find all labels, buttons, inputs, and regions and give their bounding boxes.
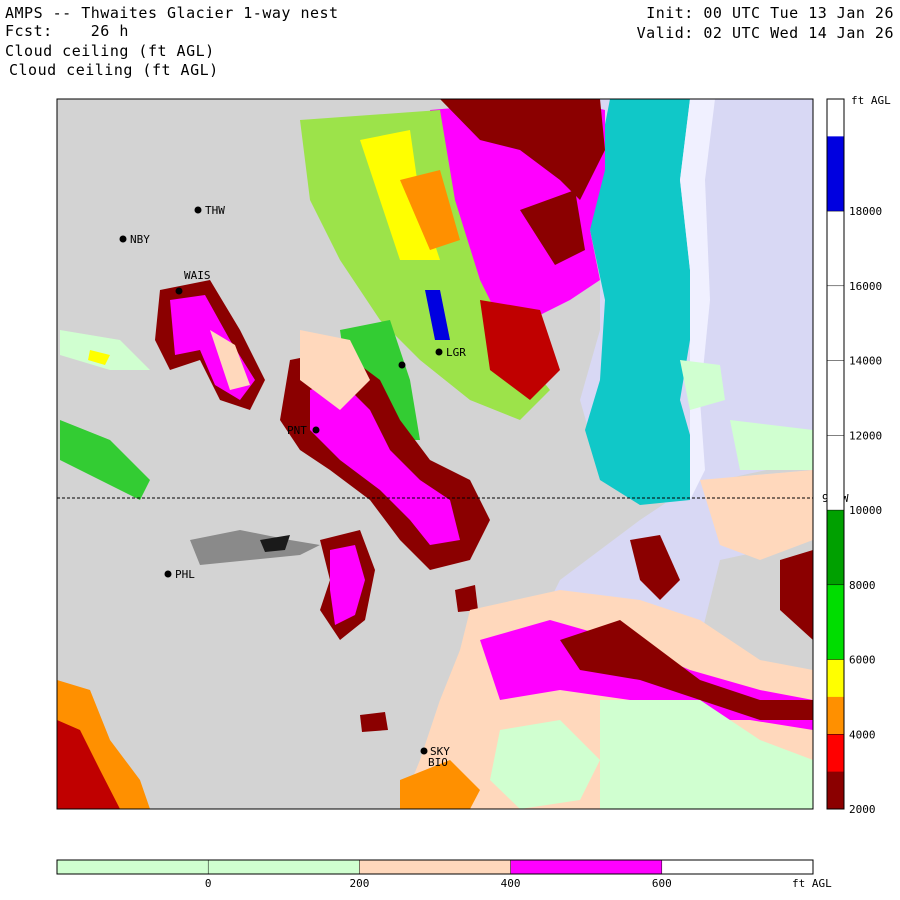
station-marker [435, 348, 443, 356]
right-colorbar-segment [827, 99, 844, 137]
bottom-colorbar-segment [208, 860, 360, 874]
station-marker [119, 235, 127, 243]
right-colorbar-segment [827, 659, 844, 698]
station-label: WAIS [184, 269, 211, 282]
map-canvas: 90 W THW NBY WAIS LGR PNT PHL SKY BIO 18… [56, 94, 891, 890]
bottom-colorbar-segment [57, 860, 209, 874]
station-label: PNT [287, 424, 307, 437]
cloud-small-darkred-south [360, 712, 388, 732]
bottom-colorbar-segment [661, 860, 814, 874]
station-marker [175, 287, 183, 295]
right-colorbar-tick-label: 16000 [849, 280, 882, 293]
right-colorbar-tick-label: 4000 [849, 728, 876, 741]
right-colorbar-segment [827, 734, 844, 773]
station-marker-unlabeled [398, 361, 406, 369]
bottom-colorbar-segment [359, 860, 512, 874]
bottom-colorbar-tick-label: 0 [205, 877, 212, 890]
right-colorbar-segment [827, 211, 844, 249]
station-marker [164, 570, 172, 578]
right-colorbar-tick-label: 6000 [849, 654, 876, 667]
right-colorbar-unit: ft AGL [851, 94, 891, 107]
right-colorbar-segment [827, 696, 844, 735]
right-colorbar-segment [827, 136, 844, 175]
right-colorbar-segment [827, 510, 844, 548]
station-bio: BIO [428, 756, 448, 769]
right-colorbar: 18000 16000 14000 12000 10000 8000 6000 4000 200… [826, 98, 882, 816]
right-colorbar-segment [827, 622, 844, 661]
station-label: THW [205, 204, 225, 217]
bottom-colorbar-tick-label: 200 [349, 877, 369, 890]
bottom-colorbar: 0 200 400 600 [56, 859, 814, 890]
station-label: NBY [130, 233, 150, 246]
right-colorbar-segment [827, 173, 844, 212]
station-label: BIO [428, 756, 448, 769]
right-colorbar-segment [827, 435, 844, 474]
right-colorbar-segment [827, 323, 844, 362]
station-marker [194, 206, 202, 214]
right-colorbar-tick-label: 12000 [849, 429, 882, 442]
right-colorbar-tick-label: 8000 [849, 579, 876, 592]
bottom-colorbar-unit: ft AGL [792, 877, 832, 890]
right-colorbar-segment [827, 397, 844, 436]
bottom-colorbar-segment [510, 860, 663, 874]
right-colorbar-segment [827, 248, 844, 287]
right-colorbar-tick-label: 2000 [849, 803, 876, 816]
right-colorbar-segment [827, 285, 844, 324]
right-colorbar-segment [827, 472, 844, 511]
right-colorbar-tick-label: 14000 [849, 355, 882, 368]
map-field [57, 99, 813, 809]
right-colorbar-tick-label: 18000 [849, 205, 882, 218]
right-colorbar-tick-label: 10000 [849, 504, 882, 517]
right-colorbar-segment [827, 771, 844, 810]
station-marker [312, 426, 320, 434]
station-label: PHL [175, 568, 195, 581]
right-colorbar-segment [827, 584, 844, 623]
station-marker [420, 747, 428, 755]
right-colorbar-segment [827, 547, 844, 586]
right-colorbar-segment [827, 360, 844, 399]
bottom-colorbar-tick-label: 400 [501, 877, 521, 890]
bottom-colorbar-tick-label: 600 [652, 877, 672, 890]
station-label: LGR [446, 346, 466, 359]
